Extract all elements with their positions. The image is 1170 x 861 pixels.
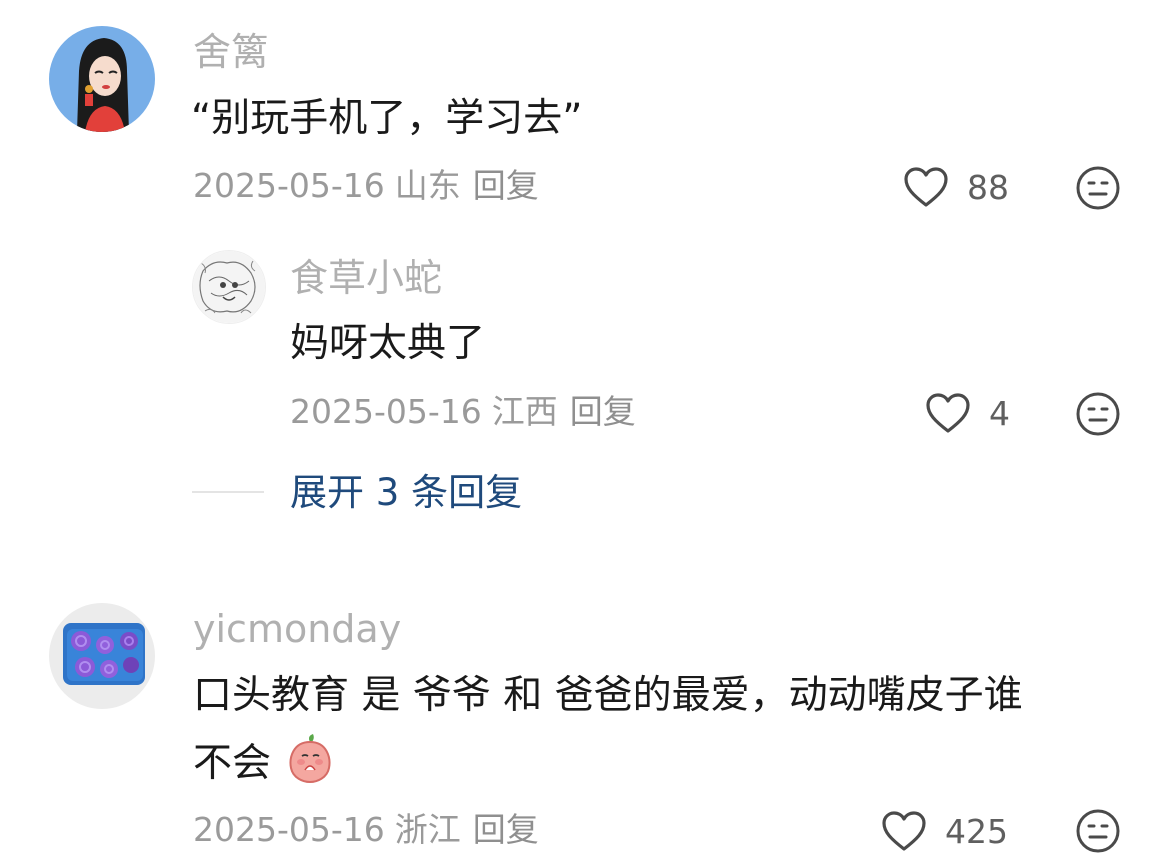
neutral-face-icon[interactable] [1075,165,1121,215]
like-count: 88 [967,167,1009,207]
reply-region: 江西 [491,392,558,431]
like-count: 4 [989,393,1010,433]
reply-avatar[interactable] [192,250,266,324]
reply-meta: 2025-05-16 江西 回复 [290,395,636,428]
reply-button[interactable]: 回复 [570,392,636,431]
avatar[interactable] [49,26,155,132]
like-button[interactable]: 4 [925,392,1010,434]
comment-text-cont: 不会 [193,741,272,786]
comment-username[interactable]: 舍篱 [193,33,269,71]
comment-region: 山东 [394,166,461,205]
like-button[interactable]: 88 [903,166,1009,208]
peach-emoji-sticker [289,734,331,784]
comment-date: 2025-05-16 [193,166,385,205]
comment-date: 2025-05-16 [193,810,385,849]
avatar[interactable] [49,603,155,709]
reply-date: 2025-05-16 [290,392,482,431]
reply-button[interactable]: 回复 [473,810,539,849]
neutral-face-icon[interactable] [1075,808,1121,858]
reply-text: 妈呀太典了 [290,321,486,366]
like-button[interactable]: 425 [881,810,1008,852]
comment-text-line2: 不会 [193,732,335,791]
comment-meta: 2025-05-16 浙江 回复 [193,813,539,846]
expand-divider [192,491,264,493]
comment-username[interactable]: yicmonday [193,610,401,648]
comment-meta: 2025-05-16 山东 回复 [193,169,539,202]
comment-text: 口头教育 是 爷爷 和 爸爸的最爱，动动嘴皮子谁 [193,673,1023,718]
comment-region: 浙江 [394,810,461,849]
reply-button[interactable]: 回复 [473,166,539,205]
heart-outline-icon [882,811,926,851]
expand-replies-button[interactable]: 展开 3 条回复 [290,474,522,511]
reply-username[interactable]: 食草小蛇 [290,259,442,297]
comment-text: “别玩手机了，学习去” [191,96,583,141]
heart-outline-icon [926,393,970,433]
neutral-face-icon[interactable] [1075,391,1121,441]
like-count: 425 [945,811,1008,851]
heart-outline-icon [904,167,948,207]
